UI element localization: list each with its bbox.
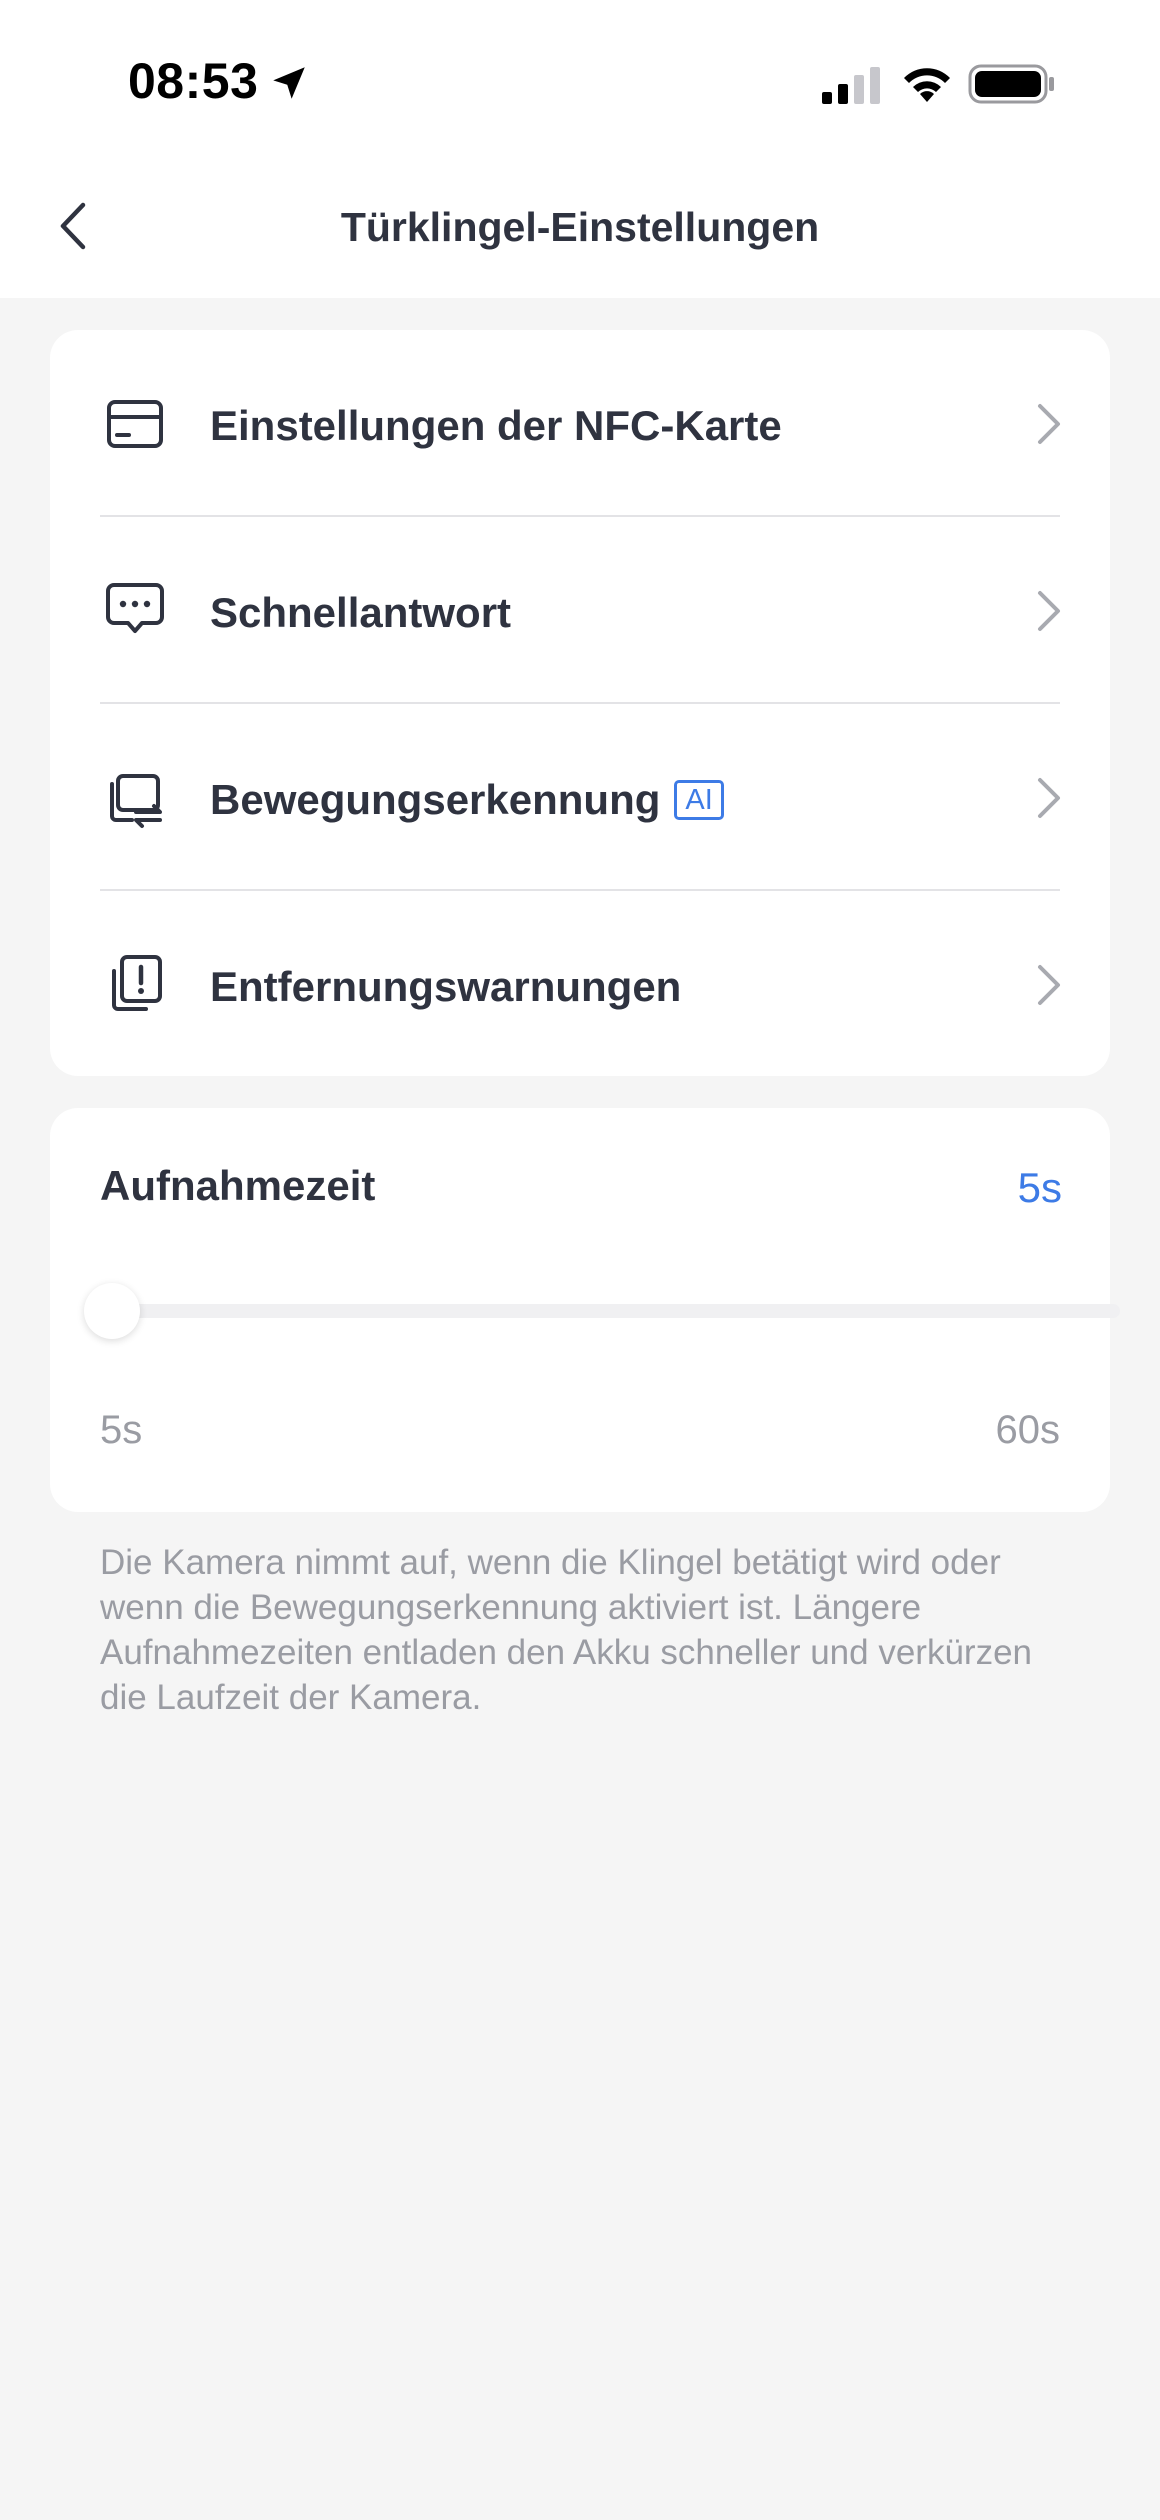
cellular-signal-icon [822, 67, 880, 104]
recording-time-card: Aufnahmezeit 5s 5s 60s [50, 1108, 1120, 1512]
motion-detection-item[interactable]: Bewegungserkennung AI [50, 704, 1110, 891]
recording-time-slider[interactable] [84, 1283, 1120, 1339]
wifi-icon [904, 68, 950, 102]
removal-warnings-item[interactable]: Entfernungswarnungen [50, 891, 1110, 1078]
quick-reply-item[interactable]: Schnellantwort [50, 517, 1110, 704]
menu-item-label: Schnellantwort [210, 589, 512, 636]
recording-time-title: Aufnahmezeit [100, 1162, 376, 1209]
chevron-right-icon [1038, 965, 1060, 1005]
removal-warning-icon [112, 955, 162, 1011]
battery-icon [968, 64, 1054, 104]
recording-time-value: 5s [1017, 1164, 1062, 1211]
menu-item-label: Bewegungserkennung AI [210, 776, 724, 824]
motion-detection-icon [110, 774, 162, 828]
status-bar: 08:53 [0, 0, 1160, 160]
status-time: 08:53 [128, 53, 259, 109]
menu-item-label: Einstellungen der NFC-Karte [210, 402, 782, 449]
menu-item-label: Entfernungswarnungen [210, 963, 682, 1010]
navigation-bar: Türklingel-Einstellungen [0, 160, 1160, 298]
chevron-right-icon [1038, 591, 1060, 631]
chevron-right-icon [1038, 778, 1060, 818]
chevron-right-icon [1038, 404, 1060, 444]
slider-min-label: 5s [100, 1408, 143, 1452]
location-arrow-icon [273, 67, 305, 99]
nfc-card-icon [107, 400, 163, 448]
nfc-card-settings-item[interactable]: Einstellungen der NFC-Karte [50, 330, 1110, 517]
page-title: Türklingel-Einstellungen [340, 204, 820, 250]
slider-max-label: 60s [995, 1408, 1061, 1452]
recording-description: Die Kamera nimmt auf, wenn die Klingel b… [100, 1543, 1032, 1717]
ai-badge: AI [674, 780, 724, 820]
motion-detection-label: Bewegungserkennung [210, 776, 661, 823]
quick-reply-icon [106, 583, 164, 633]
slider-thumb[interactable] [84, 1283, 140, 1339]
settings-menu-card: Einstellungen der NFC-Karte Schnellantwo… [50, 330, 1110, 1076]
